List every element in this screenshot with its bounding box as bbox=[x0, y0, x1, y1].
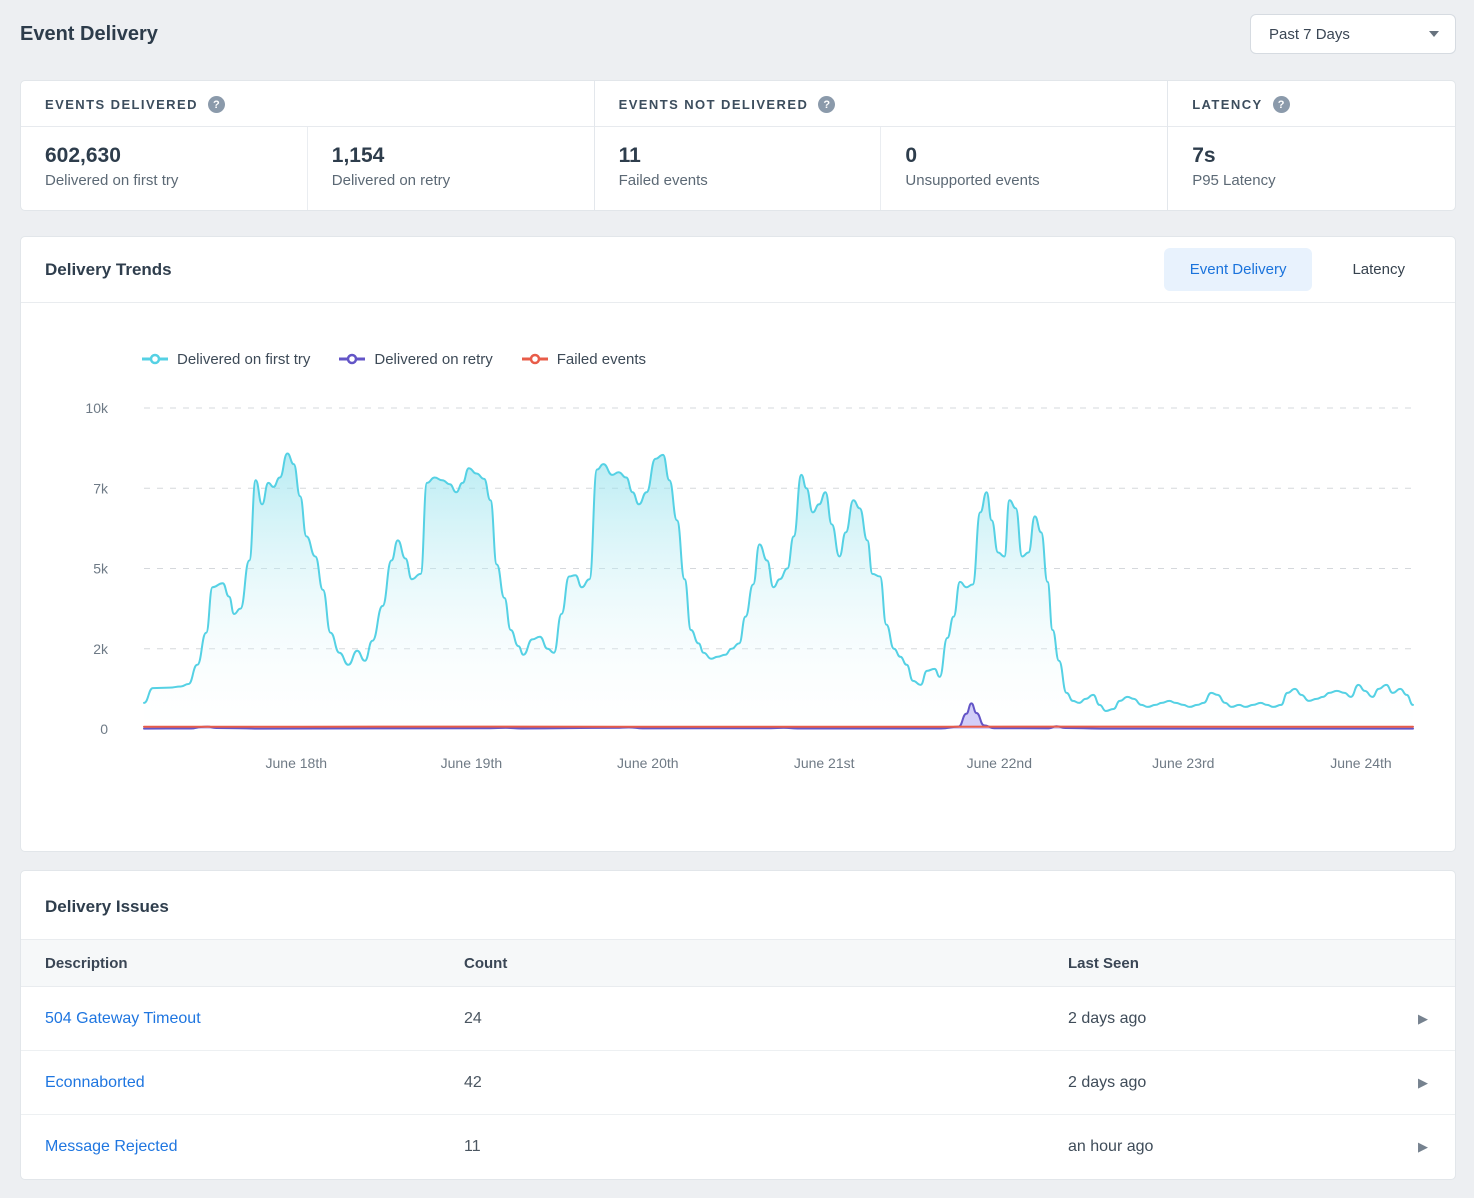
table-row: 504 Gateway Timeout 24 2 days ago ▶ bbox=[21, 987, 1455, 1051]
issue-last-seen: 2 days ago bbox=[1044, 1010, 1391, 1028]
stat-group-title: EVENTS NOT DELIVERED bbox=[619, 97, 809, 112]
metric-delivered-first-try: 602,630 Delivered on first try bbox=[21, 127, 307, 210]
issue-link[interactable]: Message Rejected bbox=[45, 1138, 178, 1155]
metric-delivered-retry: 1,154 Delivered on retry bbox=[307, 127, 594, 210]
stat-group-header: EVENTS DELIVERED ? bbox=[21, 81, 594, 127]
table-row: Econnaborted 42 2 days ago ▶ bbox=[21, 1051, 1455, 1115]
stat-group-body: 11 Failed events 0 Unsupported events bbox=[595, 127, 1168, 210]
svg-text:June 23rd: June 23rd bbox=[1152, 755, 1214, 771]
table-row: Message Rejected 11 an hour ago ▶ bbox=[21, 1115, 1455, 1179]
legend-label: Delivered on first try bbox=[177, 351, 310, 368]
page-title: Event Delivery bbox=[20, 23, 158, 46]
issue-link[interactable]: 504 Gateway Timeout bbox=[45, 1010, 201, 1027]
metric-value: 1,154 bbox=[332, 143, 570, 169]
delivery-issues-card: Delivery Issues Description Count Last S… bbox=[20, 870, 1456, 1180]
help-icon[interactable]: ? bbox=[208, 96, 225, 113]
legend-label: Delivered on retry bbox=[374, 351, 492, 368]
stat-group-events-not-delivered: EVENTS NOT DELIVERED ? 11 Failed events … bbox=[595, 81, 1169, 210]
metric-label: Unsupported events bbox=[905, 172, 1143, 189]
chevron-right-icon[interactable]: ▶ bbox=[1391, 1011, 1455, 1027]
stat-group-body: 602,630 Delivered on first try 1,154 Del… bbox=[21, 127, 594, 210]
delivery-trends-card: Delivery Trends Event Delivery Latency D… bbox=[20, 236, 1456, 852]
metric-label: Failed events bbox=[619, 172, 857, 189]
issues-title: Delivery Issues bbox=[21, 871, 1455, 939]
metric-label: Delivered on first try bbox=[45, 172, 283, 189]
legend-item-retry[interactable]: Delivered on retry bbox=[338, 351, 492, 368]
legend-marker-icon bbox=[338, 353, 366, 365]
issue-count: 42 bbox=[440, 1074, 1044, 1092]
trends-card-header: Delivery Trends Event Delivery Latency bbox=[21, 237, 1455, 303]
issue-link[interactable]: Econnaborted bbox=[45, 1074, 145, 1091]
svg-text:June 24th: June 24th bbox=[1330, 755, 1392, 771]
metric-value: 0 bbox=[905, 143, 1143, 169]
issue-count: 24 bbox=[440, 1010, 1044, 1028]
tab-event-delivery[interactable]: Event Delivery bbox=[1164, 248, 1313, 291]
metric-label: P95 Latency bbox=[1192, 172, 1431, 189]
metric-p95-latency: 7s P95 Latency bbox=[1168, 127, 1455, 210]
tab-latency[interactable]: Latency bbox=[1326, 248, 1431, 291]
svg-text:10k: 10k bbox=[85, 400, 109, 416]
stats-summary-card: EVENTS DELIVERED ? 602,630 Delivered on … bbox=[20, 80, 1456, 211]
svg-text:2k: 2k bbox=[93, 641, 109, 657]
stat-group-header: LATENCY ? bbox=[1168, 81, 1455, 127]
metric-value: 11 bbox=[619, 143, 857, 169]
chart-legend: Delivered on first try Delivered on retr… bbox=[141, 349, 1431, 369]
chevron-right-icon[interactable]: ▶ bbox=[1391, 1075, 1455, 1091]
svg-text:June 18th: June 18th bbox=[266, 755, 328, 771]
legend-label: Failed events bbox=[557, 351, 646, 368]
chevron-down-icon bbox=[1429, 31, 1439, 37]
event-delivery-page: Event Delivery Past 7 Days EVENTS DELIVE… bbox=[0, 0, 1474, 1192]
svg-text:June 20th: June 20th bbox=[617, 755, 679, 771]
time-range-dropdown[interactable]: Past 7 Days bbox=[1250, 14, 1456, 54]
legend-marker-icon bbox=[141, 353, 169, 365]
legend-item-first-try[interactable]: Delivered on first try bbox=[141, 351, 310, 368]
trends-tabs: Event Delivery Latency bbox=[1164, 248, 1431, 291]
issue-count: 11 bbox=[440, 1138, 1044, 1156]
legend-item-failed[interactable]: Failed events bbox=[521, 351, 646, 368]
stat-group-events-delivered: EVENTS DELIVERED ? 602,630 Delivered on … bbox=[21, 81, 595, 210]
chart-area: Delivered on first try Delivered on retr… bbox=[21, 303, 1455, 851]
issue-last-seen: an hour ago bbox=[1044, 1138, 1391, 1156]
metric-unsupported-events: 0 Unsupported events bbox=[880, 127, 1167, 210]
column-header-description: Description bbox=[21, 955, 440, 972]
help-icon[interactable]: ? bbox=[1273, 96, 1290, 113]
stat-group-body: 7s P95 Latency bbox=[1168, 127, 1455, 210]
legend-marker-icon bbox=[521, 353, 549, 365]
metric-label: Delivered on retry bbox=[332, 172, 570, 189]
trends-title: Delivery Trends bbox=[45, 260, 172, 280]
svg-text:7k: 7k bbox=[93, 480, 109, 496]
stat-group-title: EVENTS DELIVERED bbox=[45, 97, 198, 112]
issue-last-seen: 2 days ago bbox=[1044, 1074, 1391, 1092]
chevron-right-icon[interactable]: ▶ bbox=[1391, 1139, 1455, 1155]
svg-text:5k: 5k bbox=[93, 561, 109, 577]
column-header-last-seen: Last Seen bbox=[1044, 955, 1391, 972]
issues-table-header: Description Count Last Seen bbox=[21, 939, 1455, 987]
svg-text:June 22nd: June 22nd bbox=[967, 755, 1032, 771]
stat-group-title: LATENCY bbox=[1192, 97, 1262, 112]
trends-chart: 0 2k 5k 7k 10k June 18th June 19th June 20th Jun… bbox=[45, 385, 1433, 795]
metric-value: 7s bbox=[1192, 143, 1431, 169]
page-header: Event Delivery Past 7 Days bbox=[20, 14, 1456, 54]
stat-group-latency: LATENCY ? 7s P95 Latency bbox=[1168, 81, 1455, 210]
svg-text:0: 0 bbox=[100, 721, 108, 737]
series-area-0 bbox=[144, 453, 1413, 729]
metric-failed-events: 11 Failed events bbox=[595, 127, 881, 210]
stat-group-header: EVENTS NOT DELIVERED ? bbox=[595, 81, 1168, 127]
help-icon[interactable]: ? bbox=[818, 96, 835, 113]
svg-text:June 19th: June 19th bbox=[441, 755, 503, 771]
time-range-value: Past 7 Days bbox=[1269, 26, 1350, 43]
metric-value: 602,630 bbox=[45, 143, 283, 169]
column-header-count: Count bbox=[440, 955, 1044, 972]
svg-text:June 21st: June 21st bbox=[794, 755, 855, 771]
